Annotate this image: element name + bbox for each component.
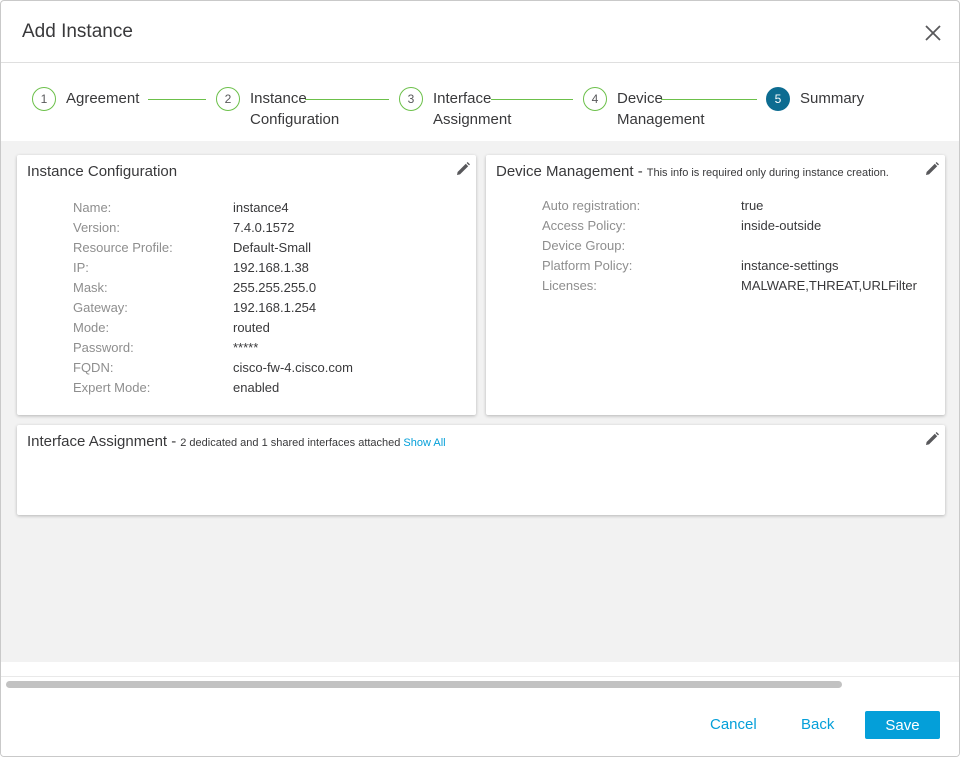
card-title: Interface Assignment -2 dedicated and 1 … [27,433,446,450]
step-label: Agreement [66,90,140,107]
close-icon[interactable] [921,21,945,45]
field-value: MALWARE,THREAT,URLFilter [741,278,917,293]
card-subtitle: 2 dedicated and 1 shared interfaces atta… [180,437,401,449]
wizard-step-summary[interactable]: 5 Summary [766,87,864,111]
show-all-link[interactable]: Show All [403,437,445,449]
step-number: 3 [399,87,423,111]
field-label: Gateway: [73,300,128,315]
field-label: Expert Mode: [73,380,151,395]
card-subtitle: This info is required only during instan… [646,167,889,179]
field-value: 7.4.0.1572 [233,220,295,235]
scrollbar-thumb[interactable] [6,681,842,688]
step-number: 4 [583,87,607,111]
field-label: Password: [73,340,134,355]
step-label: Interface Assignment [433,90,512,128]
field-label: Access Policy: [542,218,626,233]
step-connector [148,99,206,100]
step-label: Device Management [617,90,705,128]
back-button[interactable]: Back [801,716,834,733]
field-value: 192.168.1.38 [233,260,309,275]
field-label: Auto registration: [542,198,641,213]
field-label: IP: [73,260,89,275]
field-value: instance-settings [741,258,839,273]
save-button[interactable]: Save [865,711,940,739]
instance-config-values: instance4 7.4.0.1572 Default-Small 192.1… [233,198,353,398]
step-number: 1 [32,87,56,111]
wizard-step-device-management[interactable]: 4 Device Management [583,87,705,130]
device-management-card: Device Management - This info is required… [486,155,945,415]
field-value: enabled [233,380,280,395]
card-title: Device Management - This info is required… [496,163,889,180]
field-value: 192.168.1.254 [233,300,317,315]
field-value: instance4 [233,200,289,215]
field-value: 255.255.255.0 [233,280,317,295]
field-label: Device Group: [542,238,626,253]
field-label: Licenses: [542,278,597,293]
field-label: Name: [73,200,112,215]
step-number: 2 [216,87,240,111]
field-value: routed [233,320,270,335]
interface-assignment-card: Interface Assignment -2 dedicated and 1 … [17,425,945,515]
device-management-keys: Auto registration: Access Policy: Device… [542,196,640,296]
card-title: Instance Configuration [27,163,178,180]
field-label: Mode: [73,320,110,335]
field-value: Default-Small [233,240,312,255]
field-label: FQDN: [73,360,114,375]
cancel-button[interactable]: Cancel [710,716,757,733]
dialog-title: Add Instance [22,21,133,42]
pencil-icon[interactable] [924,161,940,177]
wizard-step-instance-configuration[interactable]: 2 Instance Configuration [216,87,339,130]
instance-configuration-card: Instance Configuration Name: Version: Re… [17,155,476,415]
field-value: true [741,198,764,213]
step-label: Summary [800,90,865,107]
pencil-icon[interactable] [455,161,471,177]
field-label: Resource Profile: [73,240,173,255]
step-number: 5 [766,87,790,111]
wizard-step-agreement[interactable]: 1 Agreement [32,87,139,111]
dialog-header: Add Instance [1,1,959,63]
dialog-footer: Cancel Back Save [1,691,959,756]
step-label: Instance Configuration [250,90,340,128]
add-instance-dialog: Add Instance 1 Agreement 2 Instance Conf… [0,0,960,757]
field-label: Platform Policy: [542,258,633,273]
field-value: inside-outside [741,218,822,233]
field-label: Mask: [73,280,108,295]
instance-config-keys: Name: Version: Resource Profile: IP: Mas… [73,198,173,398]
wizard-steps: 1 Agreement 2 Instance Configuration 3 I… [1,63,959,141]
summary-content: Instance Configuration Name: Version: Re… [1,141,959,662]
field-value [741,236,917,256]
field-label: Version: [73,220,120,235]
horizontal-scrollbar[interactable] [1,676,959,690]
field-value: ***** [233,340,259,355]
wizard-step-interface-assignment[interactable]: 3 Interface Assignment [399,87,511,130]
pencil-icon[interactable] [924,431,940,447]
field-value: cisco-fw-4.cisco.com [233,360,353,375]
device-management-values: true inside-outside instance-settings MA… [741,196,917,296]
